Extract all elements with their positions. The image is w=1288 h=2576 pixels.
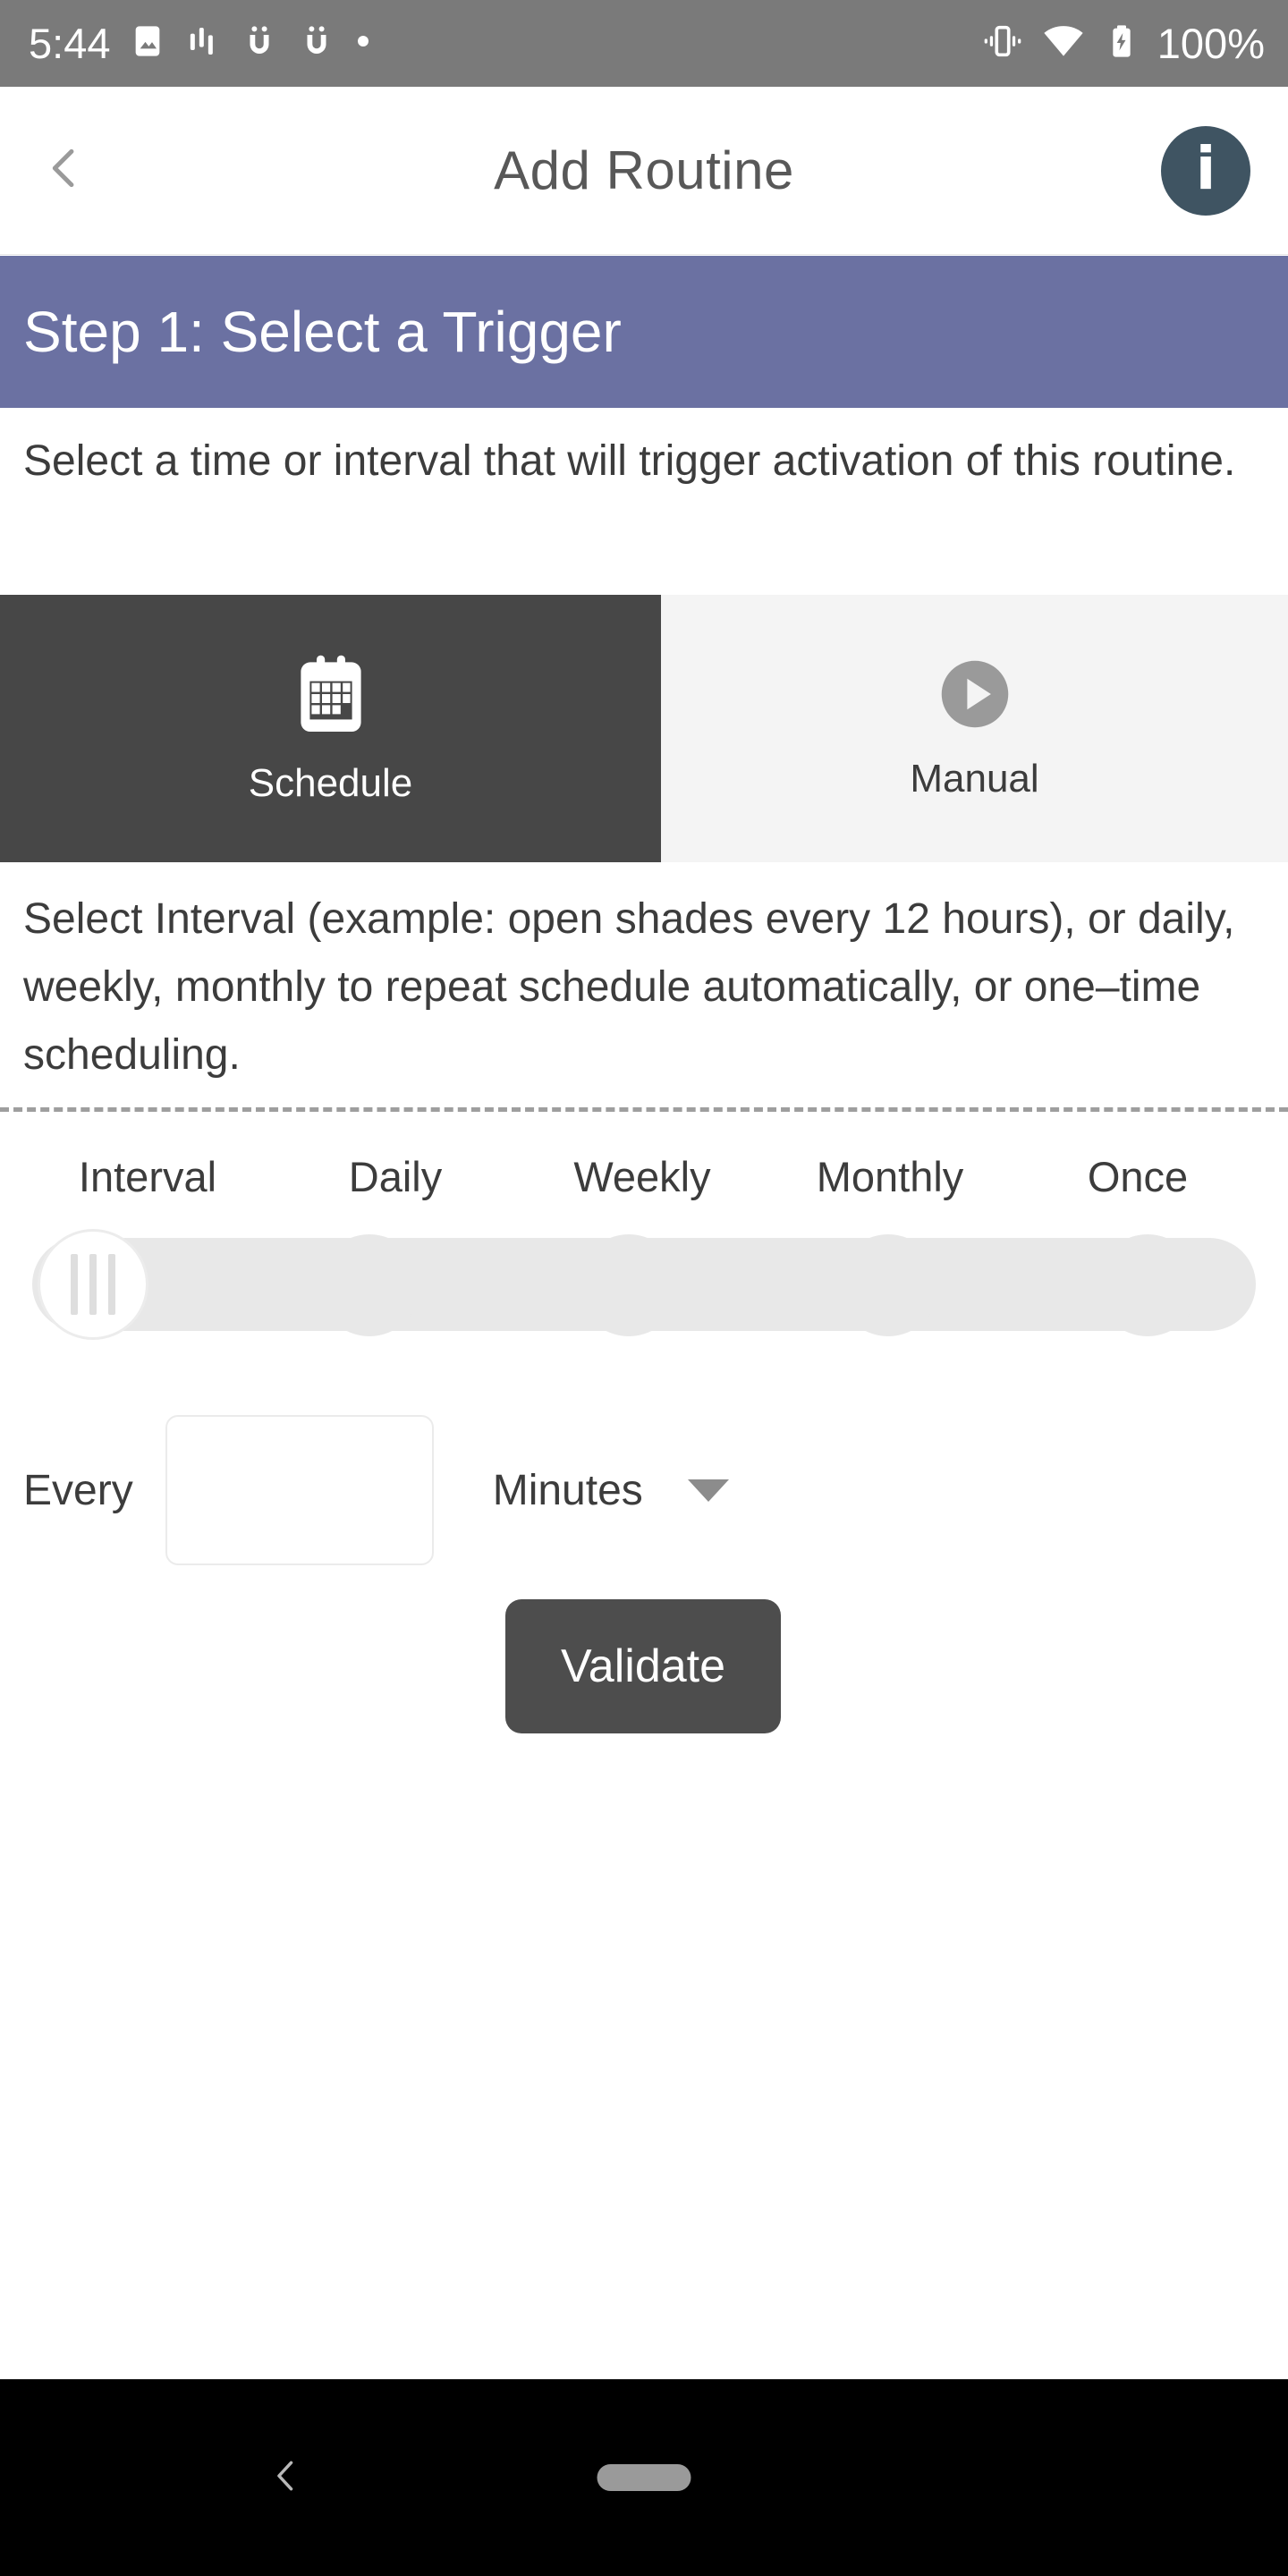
chevron-down-icon (687, 1479, 729, 1502)
calendar-icon (288, 651, 374, 741)
image-icon (130, 23, 165, 64)
back-button[interactable] (34, 140, 97, 202)
interval-every-row: Every Minutes (0, 1415, 1288, 1565)
validate-button[interactable]: Validate (505, 1599, 781, 1733)
app-notification-icon (241, 22, 278, 64)
chevron-left-icon (267, 2456, 306, 2500)
grip-line-icon (71, 1254, 78, 1315)
step-banner-title: Step 1: Select a Trigger (23, 300, 622, 364)
interval-unit-dropdown[interactable]: Minutes (493, 1466, 729, 1515)
battery-charging-icon (1104, 23, 1140, 64)
interval-unit-value: Minutes (492, 1466, 643, 1514)
nav-back-button[interactable] (255, 2446, 318, 2509)
tab-schedule-label: Schedule (248, 761, 413, 805)
interval-description: Select Interval (example: open shades ev… (23, 895, 1235, 1079)
slider-label-weekly[interactable]: Weekly (573, 1152, 710, 1201)
step-banner: Step 1: Select a Trigger (0, 256, 1288, 408)
interval-amount-input[interactable] (165, 1415, 434, 1565)
play-circle-icon (936, 656, 1013, 737)
grip-line-icon (108, 1254, 115, 1315)
tab-schedule[interactable]: Schedule (0, 595, 661, 862)
schedule-mode-slider[interactable] (0, 1218, 1288, 1352)
status-bar: 5:44 100% (0, 0, 1288, 87)
slider-thumb[interactable] (38, 1229, 148, 1340)
equalizer-icon (185, 23, 221, 64)
grip-line-icon (89, 1254, 97, 1315)
slider-label-daily[interactable]: Daily (349, 1152, 442, 1201)
step-description: Select a time or interval that will trig… (23, 437, 1236, 485)
home-indicator[interactable] (597, 2464, 691, 2491)
section-divider (0, 1107, 1288, 1112)
battery-percent: 100% (1157, 20, 1265, 67)
vibrate-icon (982, 21, 1023, 66)
page-title: Add Routine (494, 140, 794, 200)
info-icon: i (1195, 133, 1216, 203)
tab-manual-label: Manual (910, 757, 1039, 801)
app-header: Add Routine i (0, 87, 1288, 255)
app-notification-icon (298, 22, 335, 64)
slider-stop-monthly[interactable] (837, 1234, 939, 1336)
slider-label-monthly[interactable]: Monthly (817, 1152, 964, 1201)
slider-stop-once[interactable] (1097, 1234, 1199, 1336)
every-label: Every (23, 1466, 133, 1514)
chevron-left-icon (42, 145, 89, 196)
wifi-icon (1041, 19, 1086, 68)
tab-manual[interactable]: Manual (661, 595, 1288, 862)
info-button[interactable]: i (1161, 125, 1250, 216)
slider-label-interval[interactable]: Interval (79, 1152, 216, 1201)
app-screen: 5:44 100% Add Routine i Step 1: Select a… (0, 0, 1288, 2576)
system-nav-bar (0, 2379, 1288, 2576)
slider-label-once[interactable]: Once (1088, 1152, 1188, 1201)
schedule-mode-labels: Interval Daily Weekly Monthly Once (0, 1152, 1288, 1211)
slider-stop-weekly[interactable] (578, 1234, 680, 1336)
status-bar-right: 100% (982, 19, 1265, 68)
dot-icon (355, 33, 371, 54)
status-bar-left: 5:44 (29, 22, 371, 64)
slider-stop-daily[interactable] (318, 1234, 420, 1336)
trigger-type-tabs: Schedule Manual (0, 595, 1288, 862)
status-time: 5:44 (29, 20, 111, 67)
